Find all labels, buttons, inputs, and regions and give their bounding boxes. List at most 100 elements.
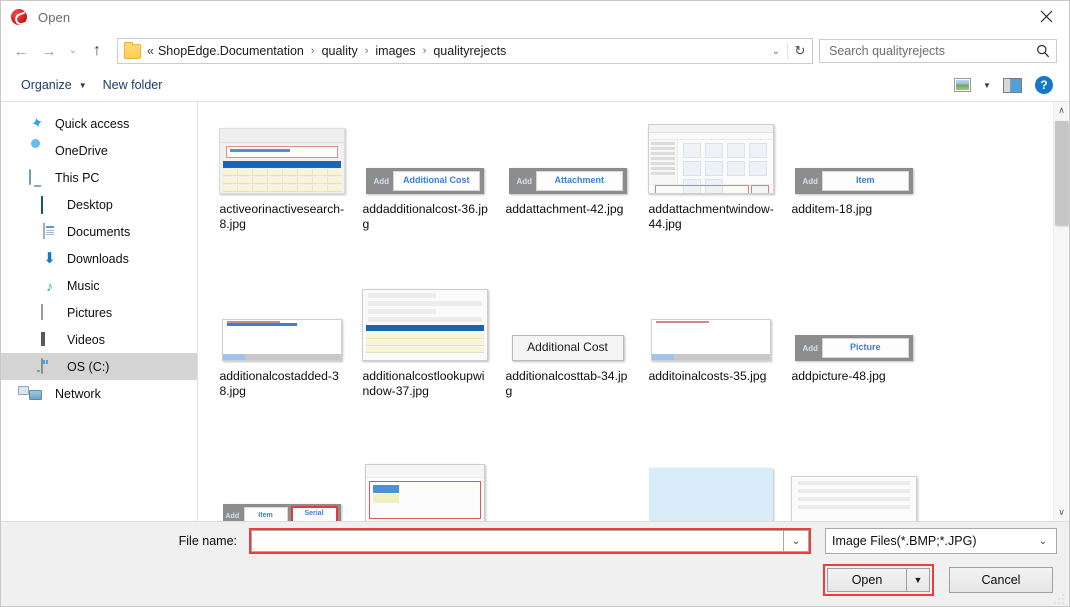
chevron-down-icon[interactable]: ⌄ <box>765 46 787 57</box>
file-name-highlight: ⌄ <box>249 528 811 554</box>
thumbnail-button-label: Picture <box>822 338 909 358</box>
file-type-select[interactable]: Image Files(*.BMP;*.JPG) ⌄ <box>825 528 1057 554</box>
sidebar-item-this-pc[interactable]: This PC <box>1 164 197 191</box>
sidebar-item-downloads[interactable]: ⬇ Downloads <box>1 245 197 272</box>
thumbnail-prefix: Add <box>225 512 240 520</box>
thumbnail-highlight-label: Serial Numbers <box>290 506 338 521</box>
breadcrumb-item-2[interactable]: images <box>374 44 416 58</box>
file-item[interactable]: Add Attachment addattachment-42.jpg <box>499 110 636 275</box>
thumbnail-image <box>648 468 773 521</box>
thumbnail <box>644 110 777 196</box>
sidebar-item-videos[interactable]: Videos <box>1 326 197 353</box>
thumbnail-image: Add Picture <box>794 335 913 361</box>
thumbnail-image: Add Item <box>794 168 913 194</box>
thumbnail-image: Add Item Serial Numbers <box>222 504 341 521</box>
breadcrumb-item-1[interactable]: quality <box>321 44 359 58</box>
thumbnail: Add Attachment <box>501 110 634 196</box>
shopedge-logo-icon <box>11 8 30 27</box>
recent-locations-button[interactable]: ⌄ <box>63 38 83 64</box>
sidebar-item-pictures[interactable]: Pictures <box>1 299 197 326</box>
cancel-button[interactable]: Cancel <box>949 567 1053 593</box>
organize-button[interactable]: Organize ▼ <box>13 75 95 95</box>
vertical-scrollbar[interactable]: ∧ ∨ <box>1053 102 1069 521</box>
thumbnail: Add Picture <box>787 277 920 363</box>
scrollbar-thumb[interactable] <box>1055 121 1068 225</box>
file-item[interactable]: additoinalcosts-35.jpg <box>642 277 779 442</box>
file-name-field[interactable] <box>251 530 783 552</box>
help-button[interactable]: ? <box>1029 73 1059 97</box>
open-dropdown-caret-icon[interactable]: ▼ <box>906 569 929 591</box>
pictures-icon <box>41 303 58 321</box>
file-name: addpicture-48.jpg <box>791 369 886 383</box>
view-options-caret-icon[interactable]: ▼ <box>979 81 995 90</box>
dialog-buttons-row: Open ▼ Cancel <box>1 560 1069 600</box>
breadcrumb-item-0[interactable]: ShopEdge.Documentation <box>157 44 305 58</box>
window-title: Open <box>38 9 71 25</box>
file-item[interactable] <box>642 444 779 521</box>
file-item[interactable]: activeorinactivesearch-8.jpg <box>213 110 350 275</box>
file-item[interactable] <box>785 444 922 521</box>
thumbnail-prefix: Add <box>802 343 819 353</box>
new-folder-button[interactable]: New folder <box>95 75 171 95</box>
scroll-down-icon[interactable]: ∨ <box>1054 504 1069 521</box>
thumbnail-image <box>218 128 345 194</box>
sidebar-item-music[interactable]: ♪ Music <box>1 272 197 299</box>
preview-pane-button[interactable] <box>997 73 1027 97</box>
file-item[interactable]: Add Additional Cost addadditionalcost-36… <box>356 110 493 275</box>
file-grid: activeorinactivesearch-8.jpg Add Additio… <box>198 102 1055 521</box>
file-name: activeorinactivesearch-8.jpg <box>219 202 345 231</box>
sidebar-item-quick-access[interactable]: ✦ Quick access <box>1 110 197 137</box>
file-item[interactable]: addattachmentwindow-44.jpg <box>642 110 779 275</box>
search-box[interactable] <box>819 39 1057 63</box>
sidebar-item-network[interactable]: Network <box>1 380 197 407</box>
file-item[interactable]: Add Item additem-18.jpg <box>785 110 922 275</box>
breadcrumb-separator: › <box>422 45 427 57</box>
scroll-up-icon[interactable]: ∧ <box>1054 102 1069 119</box>
address-bar[interactable]: « ShopEdge.Documentation › quality › ima… <box>117 38 813 64</box>
sidebar-item-desktop[interactable]: Desktop <box>1 191 197 218</box>
dialog-body: ✦ Quick access OneDrive This PC Desktop … <box>1 102 1069 521</box>
thumbnail <box>501 444 634 521</box>
sidebar-item-label: Downloads <box>67 251 129 266</box>
search-input[interactable] <box>820 44 1030 58</box>
breadcrumb-overflow[interactable]: « <box>146 44 157 58</box>
file-item[interactable] <box>499 444 636 521</box>
sidebar-item-label: Videos <box>67 332 105 347</box>
file-item[interactable]: additionalcostadded-38.jpg <box>213 277 350 442</box>
back-button[interactable]: ← <box>7 38 35 64</box>
organize-label: Organize <box>21 78 72 92</box>
scrollbar-track[interactable] <box>1054 119 1069 504</box>
resize-grip[interactable] <box>1054 592 1066 604</box>
thumbnail-image <box>647 124 774 194</box>
file-item[interactable]: Additional Cost additionalcosttab-34.jpg <box>499 277 636 442</box>
file-name: addattachment-42.jpg <box>505 202 624 216</box>
change-view-button[interactable] <box>947 73 977 97</box>
navigation-bar: ← → ⌄ ↑ « ShopEdge.Documentation › quali… <box>1 33 1069 69</box>
close-icon[interactable] <box>1023 1 1069 32</box>
file-item[interactable]: additionalcostlookupwindow-37.jpg <box>356 277 493 442</box>
breadcrumb-item-3[interactable]: qualityrejects <box>432 44 507 58</box>
thumbnail-button-label: Additional Cost <box>393 171 480 191</box>
videos-icon <box>41 331 58 348</box>
refresh-icon[interactable]: ↻ <box>787 43 812 59</box>
file-item[interactable]: Add Picture addpicture-48.jpg <box>785 277 922 442</box>
thumbnail <box>215 110 348 196</box>
thumbnail-image: Add Attachment <box>508 168 627 194</box>
star-icon: ✦ <box>29 113 46 133</box>
file-name-input[interactable] <box>252 534 783 548</box>
file-item[interactable]: Add Item Serial Numbers addserialnumber-… <box>213 444 350 521</box>
new-folder-label: New folder <box>102 78 163 92</box>
up-button[interactable]: ↑ <box>83 38 111 64</box>
file-item[interactable]: attachmentsdisplayed-41.jpg <box>356 444 493 521</box>
forward-button[interactable]: → <box>35 38 63 64</box>
open-button[interactable]: Open ▼ <box>827 568 930 592</box>
file-name: additionalcostlookupwindow-37.jpg <box>362 369 485 398</box>
sidebar-item-os-c[interactable]: OS (C:) <box>1 353 197 380</box>
drive-icon <box>41 357 58 375</box>
chevron-down-icon[interactable]: ⌄ <box>783 530 809 552</box>
thumbnail <box>358 277 491 363</box>
sidebar-item-documents[interactable]: Documents <box>1 218 197 245</box>
sidebar-item-onedrive[interactable]: OneDrive <box>1 137 197 164</box>
breadcrumb-separator: › <box>364 45 369 57</box>
file-type-value: Image Files(*.BMP;*.JPG) <box>832 534 977 548</box>
